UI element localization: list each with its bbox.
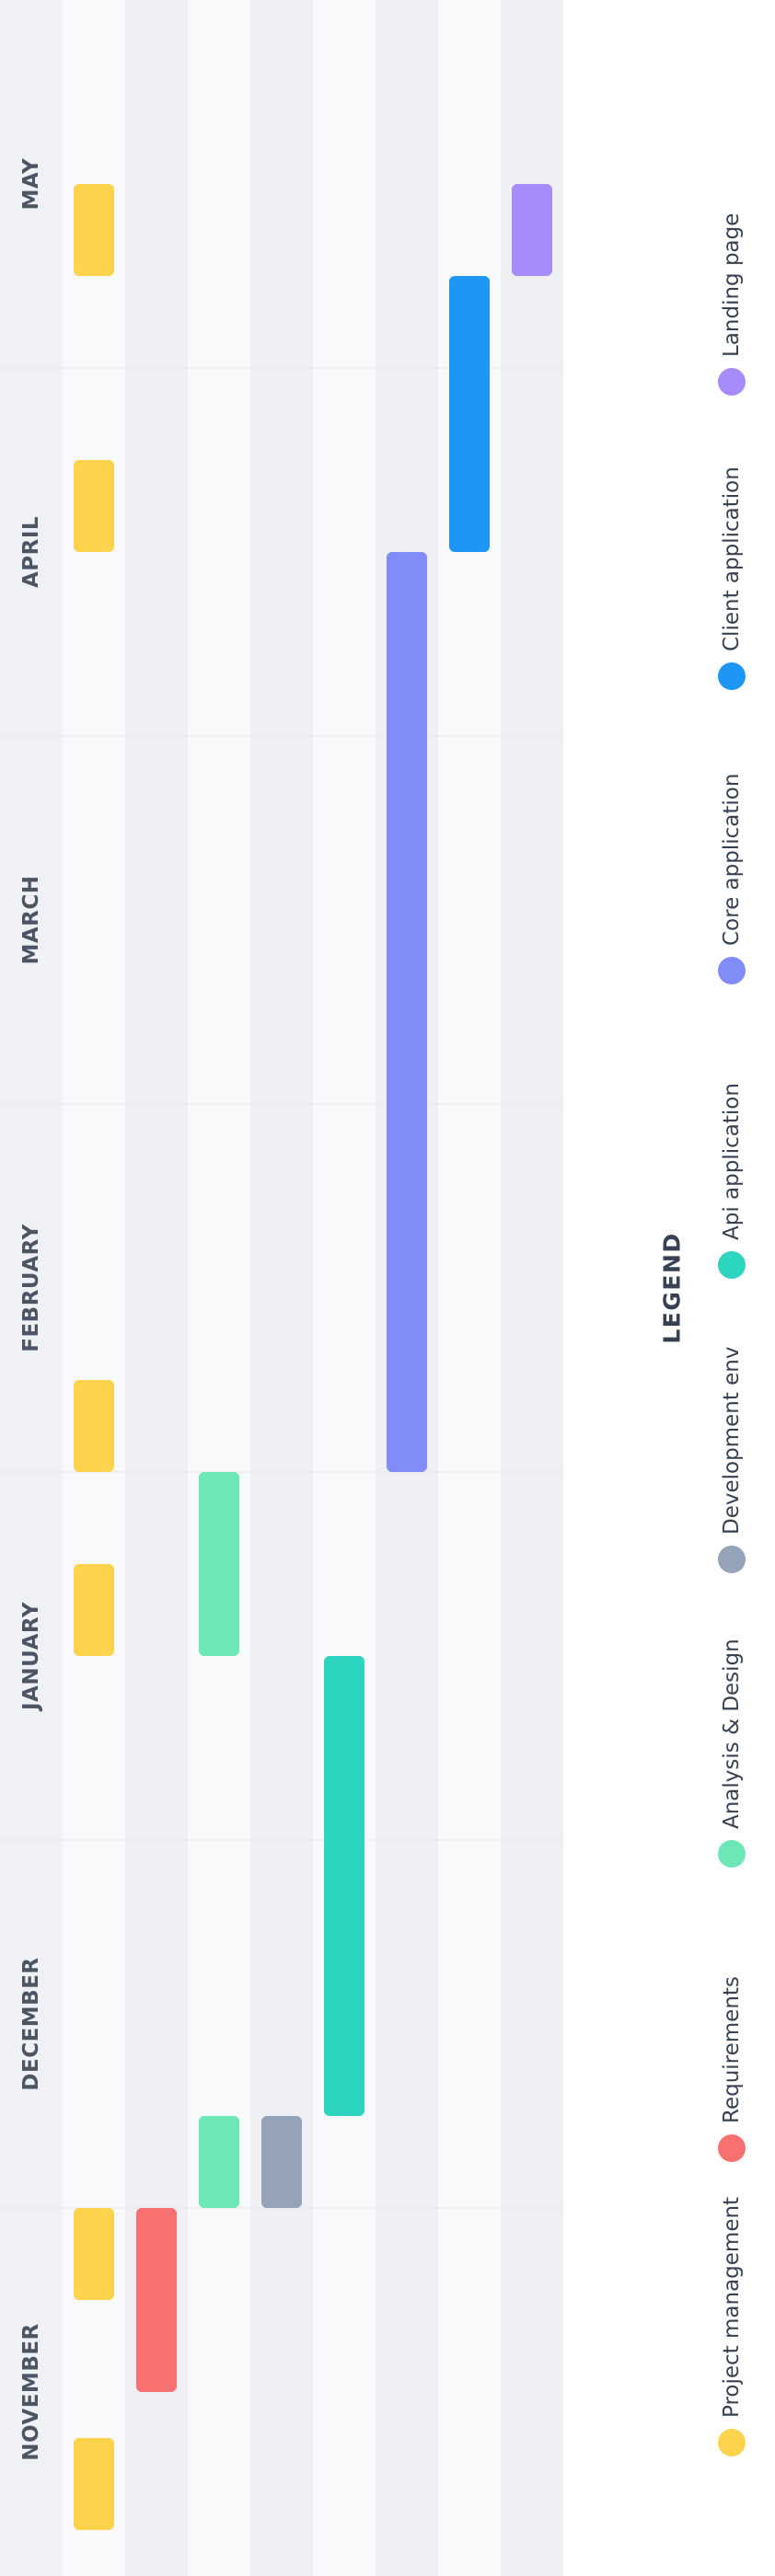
legend-label-core-application: Core application <box>720 774 744 946</box>
legend-items: Project management Requirements Analysis &… <box>718 213 746 2456</box>
gantt-chart: NOVEMBER DECEMBER JANUARY FEBRUARY MARCH APRI… <box>0 0 746 2576</box>
legend-swatch-analysis-and-design <box>718 1840 746 1868</box>
task-bar-core-application[interactable] <box>387 552 427 1472</box>
task-bar-landing-page[interactable] <box>512 184 552 276</box>
legend: LEGEND Project management Requirements Ana… <box>659 213 746 2456</box>
legend-swatch-landing-page <box>718 368 746 396</box>
legend-label-project-management: Project management <box>720 2197 744 2418</box>
legend-label-requirements: Requirements <box>720 1976 744 2123</box>
task-bar-project-management[interactable] <box>74 184 114 276</box>
month-label-january: JANUARY <box>19 1602 43 1712</box>
task-bar-analysis-and-design[interactable] <box>199 1472 239 1656</box>
task-bar-development-env[interactable] <box>261 2116 302 2208</box>
legend-label-client-application: Client application <box>720 466 744 651</box>
legend-label-analysis-and-design: Analysis & Design <box>720 1639 744 1829</box>
month-label-march: MARCH <box>19 875 43 964</box>
legend-label-landing-page: Landing page <box>720 213 744 357</box>
task-bar-analysis-and-design[interactable] <box>199 2116 239 2208</box>
month-label-december: DECEMBER <box>19 1957 43 2090</box>
task-bar-project-management[interactable] <box>74 460 114 552</box>
task-bar-project-management[interactable] <box>74 1380 114 1472</box>
row-band-landing-page <box>501 0 563 2576</box>
legend-swatch-development-env <box>718 1546 746 1573</box>
task-bar-client-application[interactable] <box>449 276 490 552</box>
legend-title: LEGEND <box>659 1232 686 1343</box>
legend-swatch-core-application <box>718 957 746 984</box>
row-band-api-application <box>313 0 376 2576</box>
month-label-november: NOVEMBER <box>19 2323 43 2461</box>
task-bar-api-application[interactable] <box>324 1656 364 2116</box>
task-bar-requirements[interactable] <box>136 2208 177 2392</box>
legend-label-api-application: Api application <box>720 1083 744 1240</box>
month-label-april: APRIL <box>19 516 43 588</box>
row-band-requirements <box>125 0 188 2576</box>
task-bar-project-management[interactable] <box>74 2208 114 2300</box>
month-label-february: FEBRUARY <box>19 1224 43 1352</box>
task-bar-project-management[interactable] <box>74 2438 114 2530</box>
row-band-project-management <box>63 0 125 2576</box>
month-label-may: MAY <box>19 158 43 211</box>
legend-swatch-api-application <box>718 1251 746 1279</box>
task-bar-project-management[interactable] <box>74 1564 114 1656</box>
legend-swatch-project-management <box>718 2429 746 2456</box>
legend-swatch-client-application <box>718 662 746 690</box>
legend-label-development-env: Development env <box>720 1347 744 1535</box>
legend-swatch-requirements <box>718 2134 746 2162</box>
